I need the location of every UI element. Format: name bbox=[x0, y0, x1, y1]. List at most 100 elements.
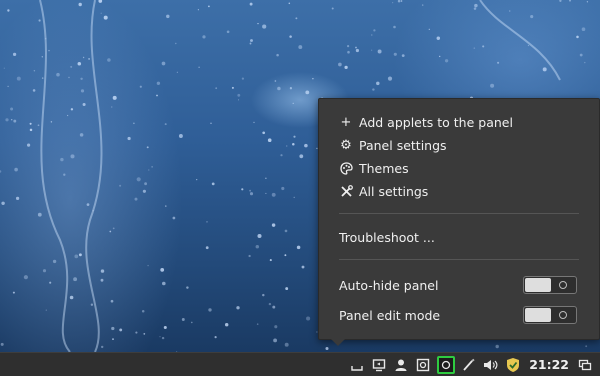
water-drop bbox=[156, 94, 158, 97]
menu-item-add-applets[interactable]: + Add applets to the panel bbox=[319, 111, 599, 133]
water-drop bbox=[265, 192, 267, 194]
updates-icon[interactable] bbox=[415, 357, 431, 373]
water-drop bbox=[226, 30, 230, 34]
water-drop bbox=[186, 286, 189, 289]
plus-icon: + bbox=[340, 114, 352, 130]
water-drop bbox=[112, 338, 114, 340]
water-drop bbox=[299, 154, 304, 159]
water-drop bbox=[288, 2, 291, 5]
water-drop bbox=[146, 146, 149, 149]
show-desktop-icon[interactable] bbox=[349, 357, 365, 373]
water-drop bbox=[301, 265, 305, 269]
water-drop bbox=[585, 345, 588, 348]
water-drop bbox=[325, 346, 329, 351]
water-drop bbox=[306, 316, 311, 321]
water-drop bbox=[397, 0, 401, 3]
water-drop bbox=[82, 102, 86, 107]
water-drop bbox=[86, 203, 90, 206]
water-drop bbox=[151, 166, 153, 168]
water-drop bbox=[207, 5, 210, 8]
water-drop bbox=[559, 0, 562, 2]
water-drop bbox=[274, 80, 277, 82]
water-drop bbox=[103, 15, 108, 20]
window-list-icon[interactable] bbox=[577, 357, 593, 373]
water-drop bbox=[256, 323, 259, 325]
menu-item-panel-settings[interactable]: ⚙ Panel settings bbox=[319, 134, 599, 156]
water-drop bbox=[68, 76, 70, 79]
water-drop bbox=[249, 2, 253, 6]
network-icon[interactable] bbox=[437, 355, 456, 374]
water-drop bbox=[165, 205, 167, 207]
water-drop bbox=[48, 49, 50, 52]
water-drop bbox=[80, 77, 83, 81]
water-drop bbox=[292, 102, 294, 104]
water-drop bbox=[249, 42, 252, 45]
water-drop bbox=[338, 62, 342, 67]
user-icon[interactable] bbox=[393, 357, 409, 373]
water-drop bbox=[70, 154, 75, 159]
water-drop bbox=[237, 93, 241, 97]
water-drop bbox=[284, 254, 287, 257]
menu-item-all-settings[interactable]: All settings bbox=[319, 180, 599, 202]
water-drop bbox=[241, 77, 245, 80]
water-drop bbox=[172, 216, 176, 220]
water-drop bbox=[41, 56, 43, 58]
water-drop bbox=[584, 61, 586, 64]
water-drop bbox=[474, 3, 478, 8]
toggle-knob bbox=[525, 308, 551, 322]
water-drop bbox=[159, 336, 161, 338]
water-drop bbox=[581, 27, 586, 32]
water-drop bbox=[304, 143, 308, 148]
water-drop bbox=[205, 246, 209, 250]
water-drop bbox=[295, 17, 298, 20]
volume-icon[interactable] bbox=[483, 357, 499, 373]
water-drop bbox=[16, 76, 21, 81]
water-drop bbox=[527, 44, 530, 47]
water-drop bbox=[69, 295, 74, 300]
water-drop bbox=[74, 254, 79, 259]
bottom-panel[interactable]: 21:22 bbox=[0, 352, 600, 376]
water-drop bbox=[305, 90, 310, 95]
display-icon[interactable] bbox=[371, 357, 387, 373]
water-drop bbox=[473, 47, 476, 49]
brush-icon[interactable] bbox=[461, 357, 477, 373]
water-drop bbox=[285, 287, 289, 291]
water-drop bbox=[586, 1, 589, 3]
menu-item-themes[interactable]: Themes bbox=[319, 157, 599, 179]
auto-hide-toggle[interactable] bbox=[523, 276, 577, 294]
water-drop bbox=[190, 321, 193, 324]
water-drop bbox=[215, 87, 218, 90]
water-drop bbox=[276, 53, 279, 57]
water-drop bbox=[372, 88, 375, 91]
water-drop bbox=[579, 53, 583, 57]
water-drop bbox=[0, 342, 4, 346]
water-drop bbox=[70, 108, 74, 111]
water-drop bbox=[143, 333, 146, 335]
water-drop bbox=[166, 14, 170, 19]
water-drop bbox=[29, 128, 33, 132]
edit-mode-toggle[interactable] bbox=[523, 306, 577, 324]
water-drop bbox=[37, 124, 40, 127]
water-drop bbox=[37, 212, 42, 217]
gear-icon: ⚙ bbox=[340, 137, 352, 153]
water-drop bbox=[178, 134, 183, 138]
water-drop bbox=[473, 7, 477, 10]
menu-item-troubleshoot[interactable]: Troubleshoot ... bbox=[319, 226, 599, 248]
clock[interactable]: 21:22 bbox=[529, 357, 569, 372]
water-drop bbox=[347, 45, 350, 48]
water-drop bbox=[33, 69, 36, 72]
shield-icon[interactable] bbox=[505, 357, 521, 373]
menu-item-auto-hide[interactable]: Auto-hide panel bbox=[319, 274, 599, 296]
water-drop bbox=[100, 278, 104, 282]
menu-item-label: Panel settings bbox=[359, 137, 447, 153]
water-drop bbox=[90, 303, 94, 306]
water-drop bbox=[7, 85, 9, 88]
water-drop bbox=[98, 0, 103, 3]
water-drop bbox=[202, 35, 206, 39]
menu-item-label: All settings bbox=[359, 183, 429, 199]
water-drop bbox=[5, 118, 9, 122]
water-drop bbox=[393, 25, 396, 29]
water-drop bbox=[509, 10, 511, 12]
auto-hide-label: Auto-hide panel bbox=[339, 277, 439, 293]
menu-item-edit-mode[interactable]: Panel edit mode bbox=[319, 304, 599, 326]
